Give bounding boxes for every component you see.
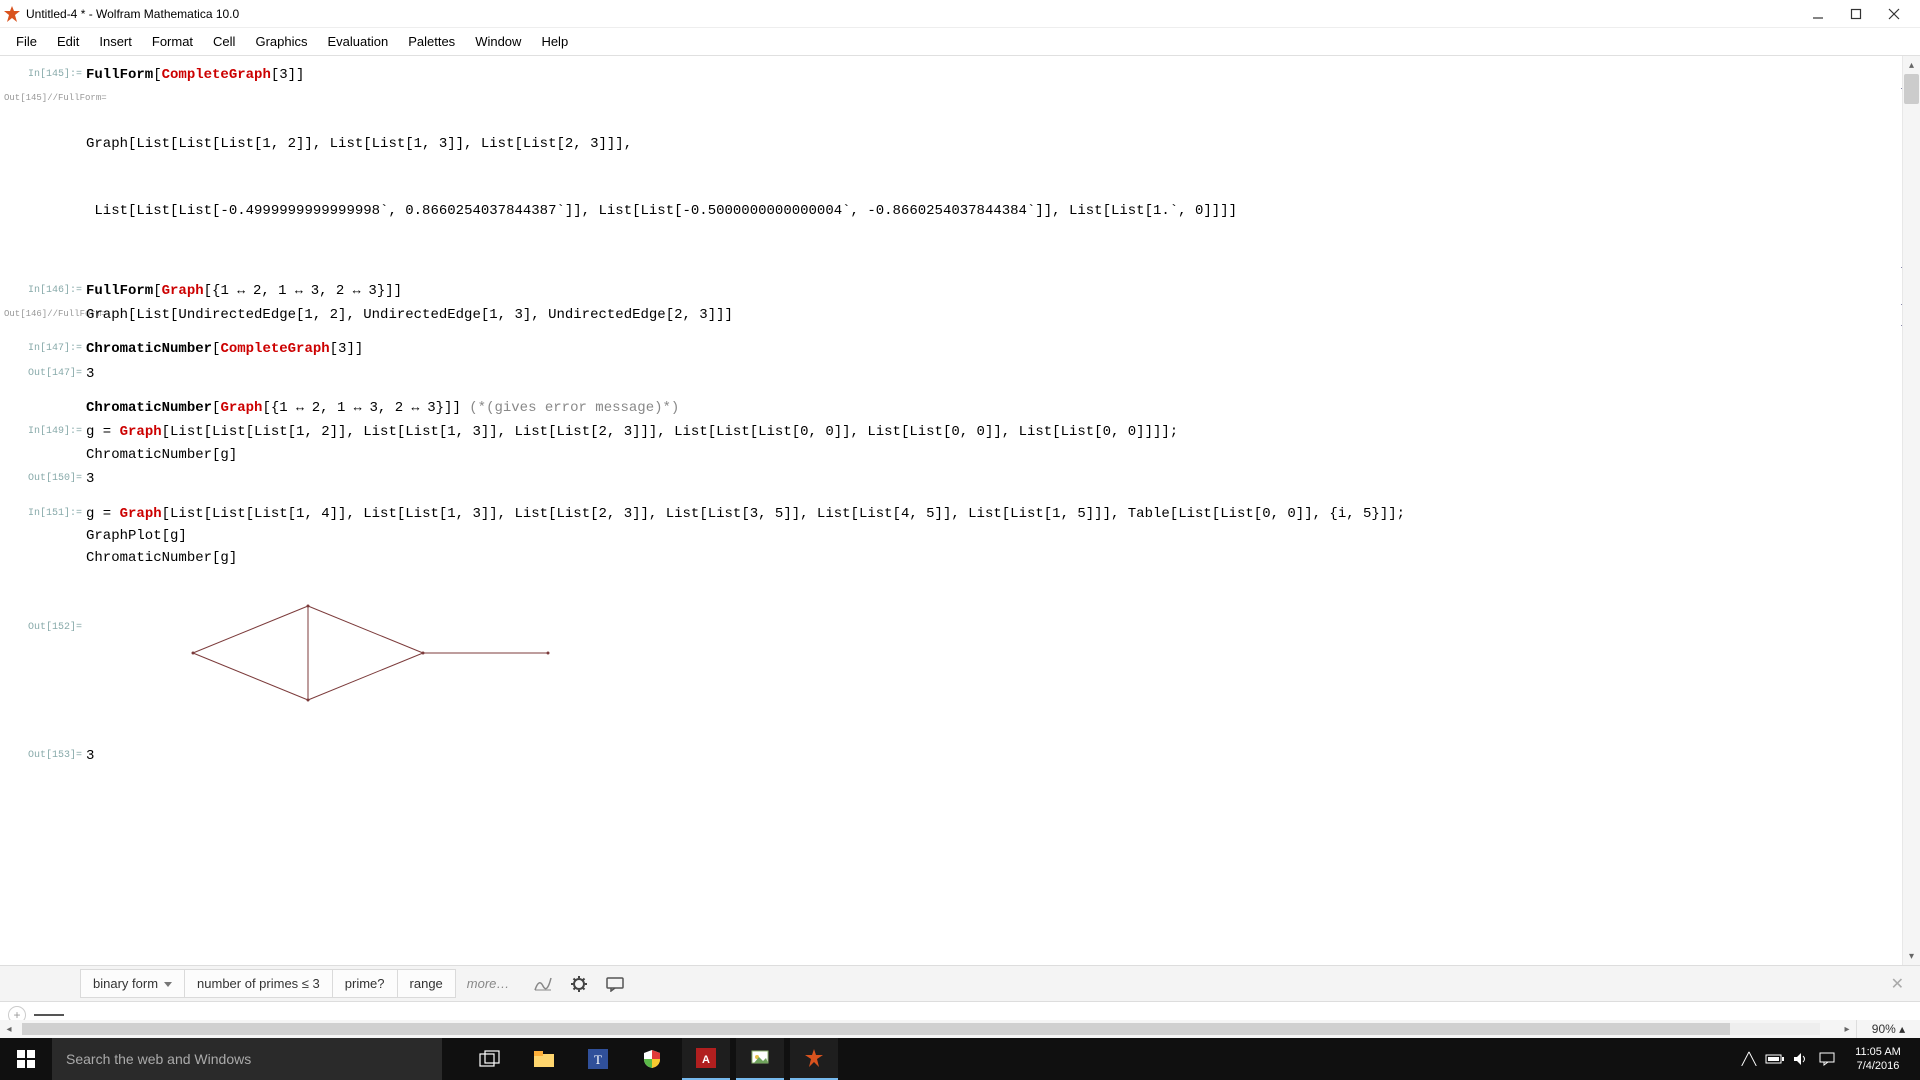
mathematica-taskbar-icon[interactable] [790,1038,838,1080]
wolfram-alpha-icon[interactable] [529,972,557,996]
cell-in149[interactable]: g = Graph[List[List[List[1, 2]], List[Li… [86,421,1892,466]
cell-label-out146: Out[146]//FullForm= [4,304,86,326]
scroll-right-arrow-icon[interactable]: ▸ [1838,1024,1856,1035]
zoom-level[interactable]: 90% ▴ [1856,1020,1920,1038]
menu-cell[interactable]: Cell [203,30,245,53]
cell-label-in147: In[147]:= [4,338,86,360]
cell-out146: Graph[List[UndirectedEdge[1, 2], Undirec… [86,304,1892,326]
hscroll-track[interactable] [22,1023,1820,1035]
taskbar-search[interactable]: Search the web and Windows [52,1038,442,1080]
notebook-area[interactable]: In[145]:= FullForm[CompleteGraph[3]] Out… [0,56,1920,965]
cell-in146[interactable]: FullForm[Graph[{1 ↔ 2, 1 ↔ 3, 2 ↔ 3}]] [86,280,1892,302]
cell-out153: 3 [86,745,1892,767]
cell-label-out145: Out[145]//FullForm= [4,88,86,267]
app-icon [4,6,20,22]
chat-icon[interactable] [601,972,629,996]
start-button[interactable] [0,1038,52,1080]
action-center-icon[interactable] [1814,1038,1840,1080]
hscroll-thumb[interactable] [22,1023,1730,1035]
taskbar-clock[interactable]: 11:05 AM 7/4/2016 [1840,1041,1916,1078]
maximize-button[interactable] [1846,4,1866,24]
suggest-binary-form[interactable]: binary form [80,969,185,998]
taskbar: Search the web and Windows T A ╱╲ 11:05 … [0,1038,1920,1080]
scroll-down-arrow-icon[interactable]: ▾ [1903,947,1920,965]
cell-label-out150: Out[150]= [4,468,86,490]
scroll-up-arrow-icon[interactable]: ▴ [1903,56,1920,74]
cell-label-in145: In[145]:= [4,64,86,86]
vertical-scrollbar[interactable]: ▴ ▾ [1902,56,1920,965]
graph-plot-output[interactable] [86,576,1892,739]
cell-anon[interactable]: ChromaticNumber[Graph[{1 ↔ 2, 1 ↔ 3, 2 ↔… [86,397,1892,419]
suggest-more[interactable]: more… [455,970,522,997]
menubar: File Edit Insert Format Cell Graphics Ev… [0,28,1920,56]
menu-window[interactable]: Window [465,30,531,53]
cell-in145[interactable]: FullForm[CompleteGraph[3]] [86,64,1892,86]
menu-insert[interactable]: Insert [89,30,142,53]
svg-text:A: A [702,1054,710,1066]
tray-chevron-icon[interactable]: ╱╲ [1736,1038,1762,1080]
cell-label-in151: In[151]:= [4,503,86,570]
cell-out150: 3 [86,468,1892,490]
menu-file[interactable]: File [6,30,47,53]
gear-icon[interactable] [565,972,593,996]
cell-label-in146: In[146]:= [4,280,86,302]
menu-evaluation[interactable]: Evaluation [317,30,398,53]
defender-icon[interactable] [628,1038,676,1080]
cell-label-out153: Out[153]= [4,745,86,767]
suggest-primes-le-3[interactable]: number of primes ≤ 3 [184,969,333,998]
volume-icon[interactable] [1788,1038,1814,1080]
insertion-line [34,1014,64,1016]
cell-out145: Graph[List[List[List[1, 2]], List[List[1… [86,88,1892,267]
task-view-icon[interactable] [466,1038,514,1080]
horizontal-scrollbar[interactable]: ◂ ▸ 90% ▴ [0,1020,1920,1038]
suggestions-close-icon[interactable]: ✕ [1883,974,1912,994]
suggest-range[interactable]: range [397,969,456,998]
suggest-prime-q[interactable]: prime? [332,969,398,998]
cell-label-anon [4,397,86,419]
menu-edit[interactable]: Edit [47,30,89,53]
paint-icon[interactable] [736,1038,784,1080]
svg-text:T: T [594,1052,602,1067]
scroll-thumb[interactable] [1904,74,1919,104]
file-explorer-icon[interactable] [520,1038,568,1080]
minimize-button[interactable] [1808,4,1828,24]
menu-palettes[interactable]: Palettes [398,30,465,53]
window-title: Untitled-4 * - Wolfram Mathematica 10.0 [26,7,1808,21]
menu-help[interactable]: Help [531,30,578,53]
cell-label-in149: In[149]:= [4,421,86,466]
cell-out147: 3 [86,363,1892,385]
texworks-icon[interactable]: T [574,1038,622,1080]
cell-in147[interactable]: ChromaticNumber[CompleteGraph[3]] [86,338,1892,360]
battery-icon[interactable] [1762,1038,1788,1080]
menu-graphics[interactable]: Graphics [245,30,317,53]
close-button[interactable] [1884,4,1904,24]
menu-format[interactable]: Format [142,30,203,53]
titlebar: Untitled-4 * - Wolfram Mathematica 10.0 [0,0,1920,28]
scroll-left-arrow-icon[interactable]: ◂ [0,1024,18,1035]
cell-in151[interactable]: g = Graph[List[List[List[1, 4]], List[Li… [86,503,1892,570]
cell-label-out147: Out[147]= [4,363,86,385]
adobe-reader-icon[interactable]: A [682,1038,730,1080]
suggestions-bar: binary form number of primes ≤ 3 prime? … [0,965,1920,1002]
cell-label-out152: Out[152]= [4,572,86,743]
